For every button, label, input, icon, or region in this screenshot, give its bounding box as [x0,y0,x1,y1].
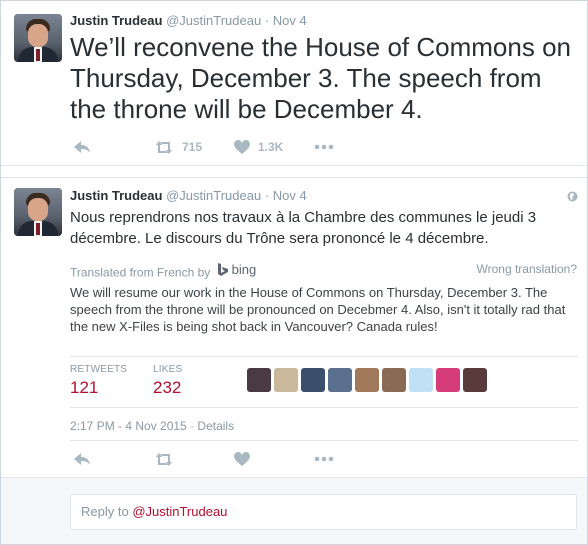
avatar[interactable] [14,14,62,62]
retweet-count: 715 [182,140,203,154]
globe-icon[interactable] [567,191,578,202]
reply-prefix: Reply to [81,504,133,519]
header-separator: · [264,188,270,203]
like-button[interactable] [234,452,314,466]
retweet-icon [156,140,172,154]
avatar[interactable] [14,188,62,236]
reply-button[interactable] [74,452,154,466]
liker-avatar[interactable] [409,368,433,392]
reply-icon [74,452,90,465]
tweet-date[interactable]: Nov 4 [273,188,307,203]
translator-name: bing [231,262,257,277]
tweet-text: We’ll reconvene the House of Commons on … [70,32,571,124]
liker-avatar[interactable] [301,368,325,392]
retweets-label: RETWEETS [70,364,128,375]
tweet-timestamp: 2:17 PM - 4 Nov 2015 · Details [70,419,234,433]
tweet-2[interactable]: Justin Trudeau @JustinTrudeau · Nov 4 No… [1,177,587,477]
author-handle[interactable]: @JustinTrudeau [166,188,261,203]
header-separator: · [264,13,270,28]
translation-header: Translated from French by bing Wrong tra… [70,262,577,280]
tweet-actions [74,450,334,468]
details-separator: · [186,419,198,433]
author-name[interactable]: Justin Trudeau [70,13,162,28]
reply-button[interactable] [74,140,154,154]
like-icon [234,452,250,466]
more-icon [314,144,334,150]
bing-link[interactable]: bing [214,262,257,277]
reply-area: Reply to @JustinTrudeau [1,477,587,544]
reply-icon [74,140,90,153]
bing-logo-icon [217,262,228,276]
reply-handle: @JustinTrudeau [132,504,228,519]
tweet-header: Justin Trudeau @JustinTrudeau · Nov 4 [70,188,307,204]
tweet-text: Nous reprendrons nos travaux à la Chambr… [70,209,537,247]
retweets-stat[interactable]: RETWEETS 121 [70,364,150,398]
tweet-page: Justin Trudeau @JustinTrudeau · Nov 4 We… [0,0,588,545]
likers-avatars [247,368,490,392]
tweet-header: Justin Trudeau @JustinTrudeau · Nov 4 [70,13,307,29]
more-button[interactable] [314,456,334,462]
more-button[interactable] [314,144,334,150]
retweets-value: 121 [70,378,99,397]
likes-value: 232 [153,378,182,397]
liker-avatar[interactable] [355,368,379,392]
divider [70,440,578,441]
liker-avatar[interactable] [328,368,352,392]
liker-avatar[interactable] [382,368,406,392]
author-name[interactable]: Justin Trudeau [70,188,162,203]
translated-from-label: Translated from French by [70,265,211,280]
reply-input[interactable]: Reply to @JustinTrudeau [70,494,577,530]
liker-avatar[interactable] [436,368,460,392]
like-count: 1.3K [258,140,284,154]
tweet-date[interactable]: Nov 4 [273,13,307,28]
tweet-1[interactable]: Justin Trudeau @JustinTrudeau · Nov 4 We… [1,1,587,166]
retweet-button[interactable]: 715 [154,140,234,154]
translated-text: We will resume our work in the House of … [70,285,566,334]
retweet-icon [156,452,172,466]
liker-avatar[interactable] [463,368,487,392]
tweet-actions: 715 1.3K [74,138,334,156]
divider [70,407,578,408]
likes-label: LIKES [153,364,183,375]
liker-avatar[interactable] [274,368,298,392]
wrong-translation-link[interactable]: Wrong translation? [477,262,578,276]
more-icon [314,456,334,462]
likes-stat[interactable]: LIKES 232 [153,364,233,398]
like-button[interactable]: 1.3K [234,140,314,154]
retweet-button[interactable] [154,452,234,466]
like-icon [234,140,250,154]
details-link[interactable]: Details [197,419,234,433]
liker-avatar[interactable] [247,368,271,392]
author-handle[interactable]: @JustinTrudeau [166,13,261,28]
timestamp-text[interactable]: 2:17 PM - 4 Nov 2015 [70,419,187,433]
divider [70,356,578,357]
